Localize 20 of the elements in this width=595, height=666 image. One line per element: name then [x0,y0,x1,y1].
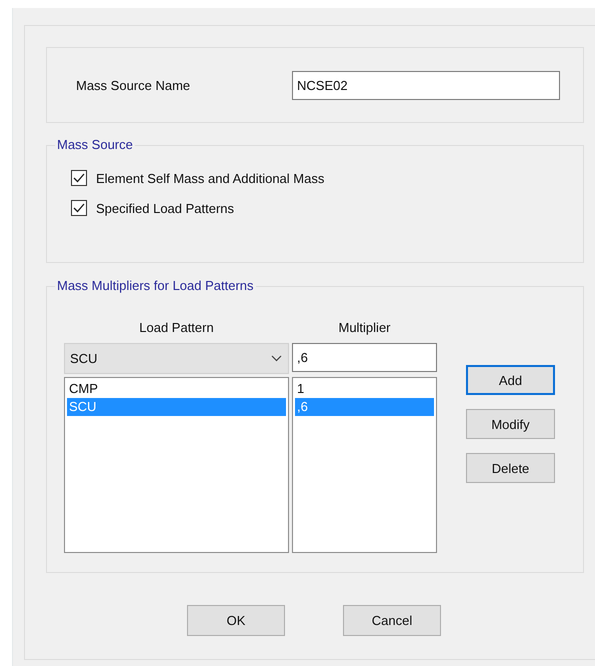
dialog-button[interactable]: OK [187,605,285,636]
chevron-down-icon [271,355,282,362]
checkbox[interactable] [71,170,87,186]
group-title: Mass Source [55,137,135,152]
multiplier-field[interactable]: ,6 [292,343,437,372]
load-pattern-dropdown[interactable]: SCU [64,343,289,374]
group-title: Mass Multipliers for Load Patterns [55,278,256,293]
action-button[interactable]: Modify [466,409,555,439]
action-button[interactable]: Add [466,365,555,395]
checkbox-label: Specified Load Patterns [96,200,234,216]
field-label: Mass Source Name [76,78,192,92]
checkbox-label: Element Self Mass and Additional Mass [96,170,324,186]
column-header: Multiplier [338,320,390,335]
name-field[interactable]: NCSE02 [292,70,560,100]
action-button[interactable]: Delete [466,453,555,483]
column-header: Load Pattern [139,320,214,335]
list-item[interactable]: CMP [67,380,286,398]
list-item[interactable]: 1 [295,380,434,398]
dialog-button[interactable]: Cancel [343,605,441,636]
checkbox[interactable] [71,200,87,216]
